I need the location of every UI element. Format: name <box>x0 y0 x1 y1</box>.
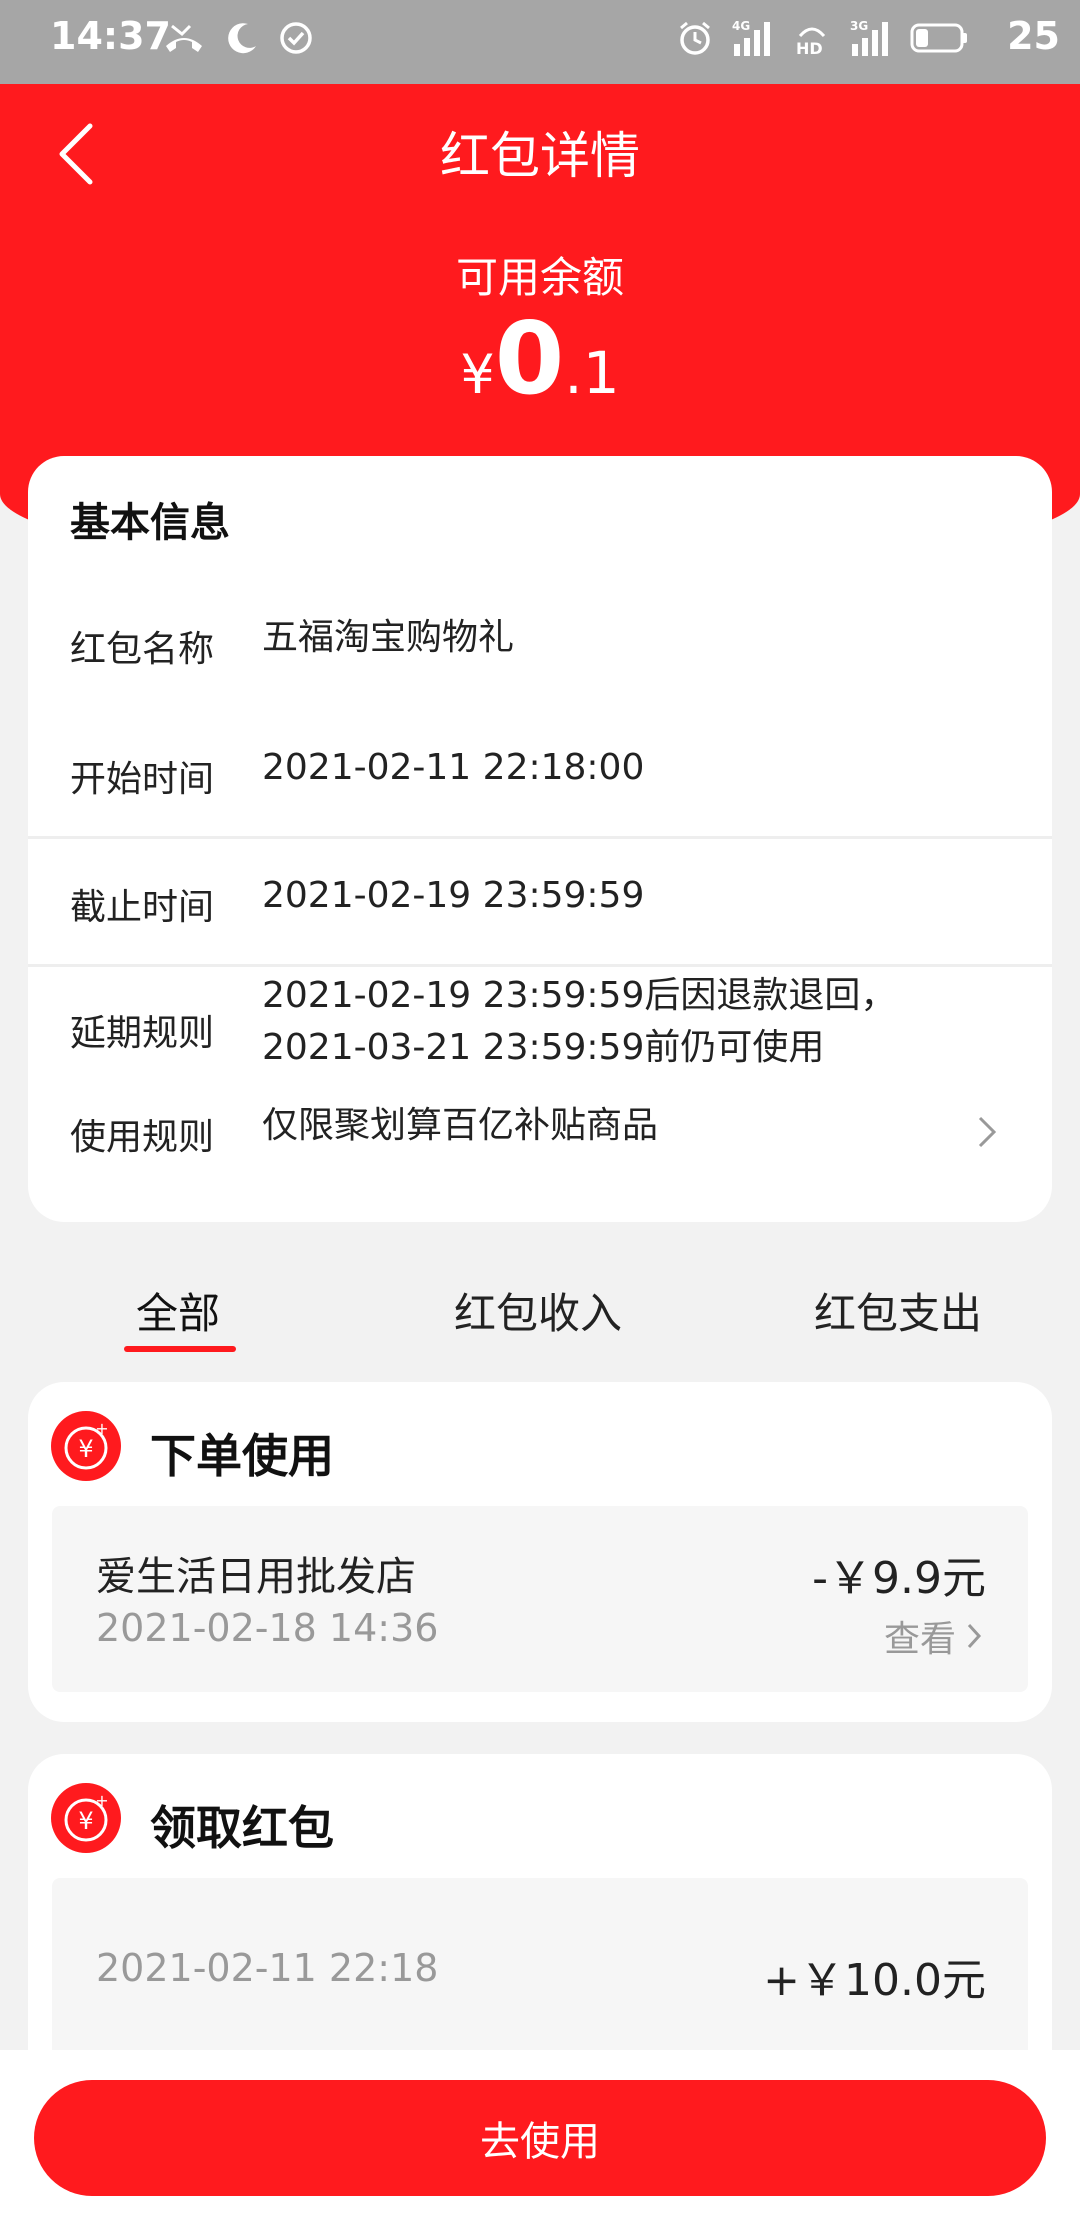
tab-expense[interactable]: 红包支出 <box>814 1280 982 1341</box>
filter-tabs: 全部 红包收入 红包支出 <box>0 1262 1080 1358</box>
hd-icon: HD <box>796 27 826 58</box>
red-packet-yuan-icon: ¥ + <box>51 1411 121 1481</box>
info-label-rule: 使用规则 <box>70 1117 215 1158</box>
balance-amount: ¥0.1 <box>0 300 1080 417</box>
use-now-button[interactable]: 去使用 <box>34 2080 1046 2196</box>
tab-all[interactable]: 全部 <box>136 1280 220 1341</box>
status-bar: 14:37 4G HD 3G 25 <box>0 0 1080 84</box>
svg-text:¥: ¥ <box>78 1807 93 1835</box>
record-title: 领取红包 <box>150 1801 334 1855</box>
record-amount: -￥9.9元 <box>812 1553 986 1604</box>
info-value-end: 2021-02-19 23:59:59 <box>262 875 645 916</box>
svg-text:+: + <box>95 1791 108 1810</box>
balance-decimal: .1 <box>564 339 620 407</box>
balance-integer: 0 <box>494 300 565 417</box>
red-packet-yuan-icon: ¥ + <box>51 1783 121 1853</box>
basic-info-card: 基本信息 红包名称 五福淘宝购物礼 开始时间 2021-02-11 22:18:… <box>28 456 1052 1222</box>
missed-call-icon <box>166 24 202 52</box>
status-left-icons <box>162 20 314 56</box>
svg-text:4G: 4G <box>732 19 750 33</box>
info-value-rule: 仅限聚划算百亿补贴商品 <box>262 1105 659 1146</box>
moon-icon <box>228 23 256 54</box>
view-link[interactable]: 查看 <box>884 1610 982 1662</box>
record-merchant: 爱生活日用批发店 <box>96 1554 416 1600</box>
signal-4g-icon: 4G <box>732 19 770 56</box>
info-divider <box>28 964 1052 967</box>
balance-currency: ¥ <box>460 343 495 406</box>
basic-info-title: 基本信息 <box>70 500 230 546</box>
info-divider <box>28 836 1052 839</box>
record-card: ¥ + 下单使用 爱生活日用批发店 2021-02-18 14:36 -￥9.9… <box>28 1382 1052 1722</box>
alarm-icon <box>680 21 710 55</box>
bottom-action-bar: 去使用 <box>0 2050 1080 2232</box>
info-label-end: 截止时间 <box>70 887 215 928</box>
info-label-extend: 延期规则 <box>70 1013 215 1054</box>
usage-rule-row[interactable]: 使用规则 仅限聚划算百亿补贴商品 <box>28 1096 1052 1176</box>
chevron-right-icon <box>967 1623 982 1649</box>
check-circle-icon <box>280 22 312 54</box>
record-time: 2021-02-18 14:36 <box>96 1606 439 1650</box>
record-card: ¥ + 领取红包 2021-02-11 22:18 +￥10.0元 <box>28 1754 1052 2094</box>
record-time: 2021-02-11 22:18 <box>96 1946 439 1990</box>
signal-3g-icon: 3G <box>850 19 888 56</box>
info-label-start: 开始时间 <box>70 759 215 800</box>
battery-icon <box>910 23 967 53</box>
battery-level: 25 <box>1007 14 1060 58</box>
info-label-name: 红包名称 <box>70 629 215 670</box>
balance-label: 可用余额 <box>455 253 624 302</box>
status-right-icons: 4G HD 3G <box>676 18 970 58</box>
info-value-extend-line1: 2021-02-19 23:59:59后因退款退回， <box>262 975 897 1016</box>
view-link-label: 查看 <box>883 1619 956 1660</box>
chevron-right-icon <box>978 1116 997 1148</box>
svg-text:¥: ¥ <box>78 1435 93 1463</box>
svg-text:3G: 3G <box>850 19 868 33</box>
record-title: 下单使用 <box>150 1429 334 1483</box>
page-title: 红包详情 <box>440 127 640 185</box>
info-value-extend-line2: 2021-03-21 23:59:59前仍可使用 <box>262 1027 825 1068</box>
record-amount: +￥10.0元 <box>763 1955 986 2006</box>
record-detail[interactable]: 爱生活日用批发店 2021-02-18 14:36 -￥9.9元 查看 <box>52 1506 1028 1692</box>
status-time: 14:37 <box>50 14 171 58</box>
active-tab-indicator <box>124 1346 236 1352</box>
tab-income[interactable]: 红包收入 <box>454 1280 622 1341</box>
info-value-name: 五福淘宝购物礼 <box>262 617 515 658</box>
record-detail: 2021-02-11 22:18 +￥10.0元 <box>52 1878 1028 2064</box>
svg-text:HD: HD <box>796 39 823 58</box>
svg-text:+: + <box>95 1419 108 1438</box>
info-value-start: 2021-02-11 22:18:00 <box>262 747 645 788</box>
